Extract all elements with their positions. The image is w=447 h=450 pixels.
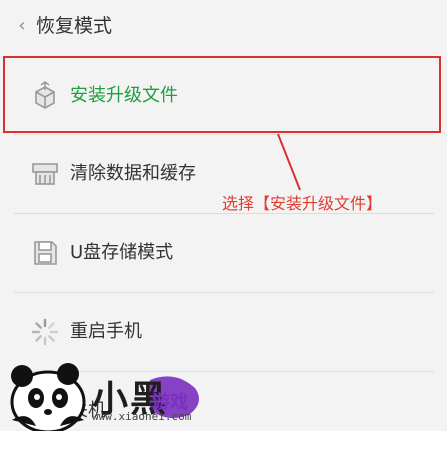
- recovery-mode-screen: ‹ 恢复模式 安装升级文件 清除数据和缓存 U盘存储模式 重启手机 关机 选择【…: [0, 0, 447, 431]
- annotation-label: 选择【安装升级文件】: [222, 194, 383, 213]
- watermark-url: www.xiaohei.com: [92, 410, 192, 423]
- panda-logo-icon: [10, 363, 199, 431]
